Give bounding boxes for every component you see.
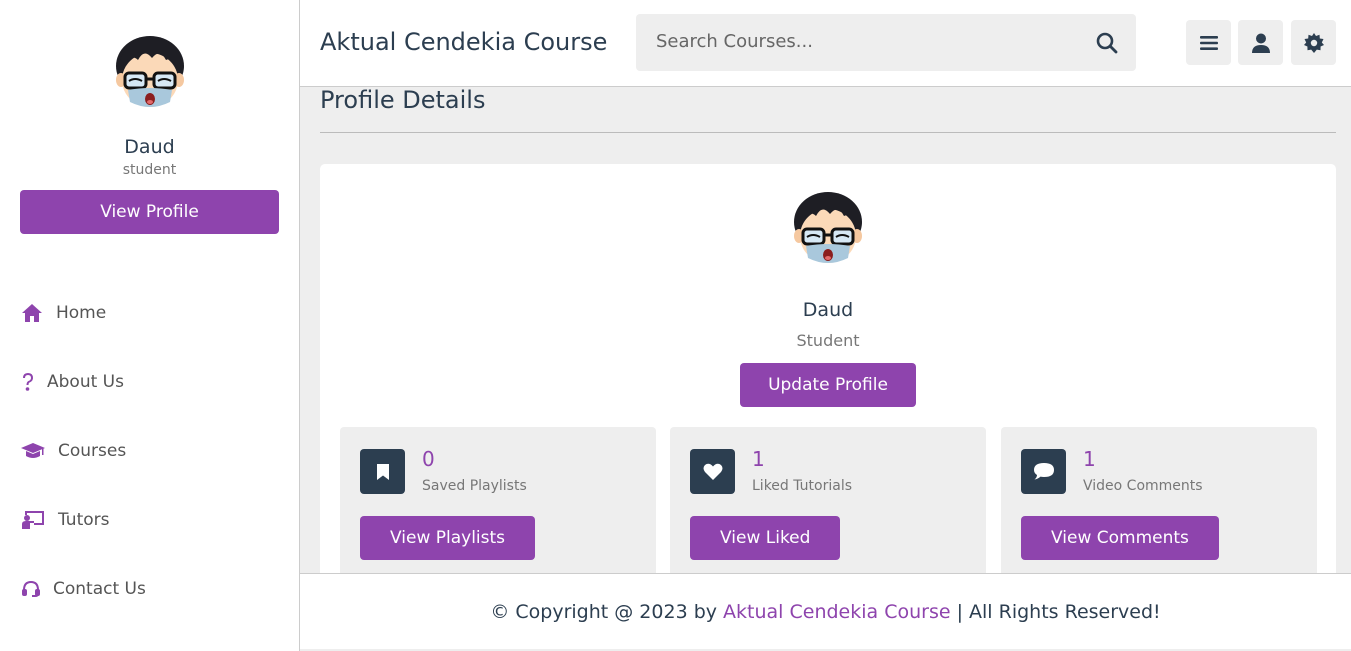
sidebar-item-courses[interactable]: Courses: [0, 416, 299, 485]
liked-tutorials-count: 1: [752, 447, 765, 471]
sidebar-item-label: About Us: [47, 371, 124, 392]
sidebar-item-label: Contact Us: [53, 578, 146, 599]
sidebar-item-about[interactable]: About Us: [0, 347, 299, 416]
settings-icon: [1303, 32, 1324, 53]
view-profile-button[interactable]: View Profile: [20, 190, 279, 234]
liked-tutorials-label: Liked Tutorials: [752, 478, 853, 494]
avatar: [108, 30, 192, 114]
sidebar-profile: Daud student: [0, 0, 299, 178]
search-bar: [636, 14, 1136, 71]
view-liked-button[interactable]: View Liked: [690, 516, 841, 560]
menu-icon: [1199, 35, 1218, 50]
saved-playlists-count: 0: [422, 447, 435, 471]
sidebar: Daud student View Profile Home About Us …: [0, 0, 300, 651]
site-logo[interactable]: Aktual Cendekia Course: [320, 28, 607, 56]
top-header: Aktual Cendekia Course: [300, 0, 1351, 87]
graduation-cap-icon: [20, 440, 46, 462]
main-content: Profile Details Daud Student Update Prof…: [300, 87, 1351, 573]
footer-brand-link[interactable]: Aktual Cendekia Course: [723, 601, 951, 623]
profile-card: Daud Student Update Profile 0 Saved Play…: [320, 164, 1336, 573]
search-icon[interactable]: [1096, 32, 1118, 54]
user-icon: [1251, 33, 1270, 53]
sidebar-item-label: Home: [56, 302, 107, 323]
view-comments-button[interactable]: View Comments: [1021, 516, 1219, 560]
sidebar-user-name: Daud: [124, 136, 175, 158]
liked-tutorials-box: 1 Liked Tutorials View Liked: [670, 427, 986, 573]
footer: © Copyright @ 2023 by Aktual Cendekia Co…: [300, 573, 1351, 649]
video-comments-label: Video Comments: [1083, 478, 1203, 494]
footer-rights: | All Rights Reserved!: [950, 601, 1161, 623]
divider: [320, 132, 1336, 133]
profile-name: Daud: [802, 299, 854, 321]
video-comments-box: 1 Video Comments View Comments: [1001, 427, 1317, 573]
video-comments-count: 1: [1083, 447, 1096, 471]
comment-icon: [1021, 449, 1066, 494]
sidebar-nav: Home About Us Courses Tutors Contact Us: [0, 278, 299, 623]
sidebar-item-tutors[interactable]: Tutors: [0, 485, 299, 554]
search-input[interactable]: [656, 31, 1076, 52]
home-icon: [20, 302, 44, 324]
bookmark-icon: [360, 449, 405, 494]
saved-playlists-box: 0 Saved Playlists View Playlists: [340, 427, 656, 573]
saved-playlists-label: Saved Playlists: [422, 478, 527, 494]
view-playlists-button[interactable]: View Playlists: [360, 516, 536, 560]
avatar: [786, 186, 870, 270]
sidebar-item-home[interactable]: Home: [0, 278, 299, 347]
sidebar-item-label: Tutors: [58, 509, 110, 530]
settings-button[interactable]: [1291, 20, 1336, 65]
profile-role: Student: [796, 331, 860, 350]
user-button[interactable]: [1238, 20, 1283, 65]
update-profile-button[interactable]: Update Profile: [740, 363, 916, 407]
sidebar-item-contact[interactable]: Contact Us: [0, 554, 299, 623]
chalkboard-teacher-icon: [20, 509, 46, 531]
heart-icon: [690, 449, 735, 494]
sidebar-user-role: student: [122, 162, 177, 178]
headset-icon: [20, 578, 41, 600]
menu-button[interactable]: [1186, 20, 1231, 65]
footer-copyright-prefix: © Copyright @ 2023 by: [490, 601, 724, 623]
question-icon: [20, 371, 35, 393]
sidebar-item-label: Courses: [58, 440, 127, 461]
page-title: Profile Details: [320, 87, 486, 114]
